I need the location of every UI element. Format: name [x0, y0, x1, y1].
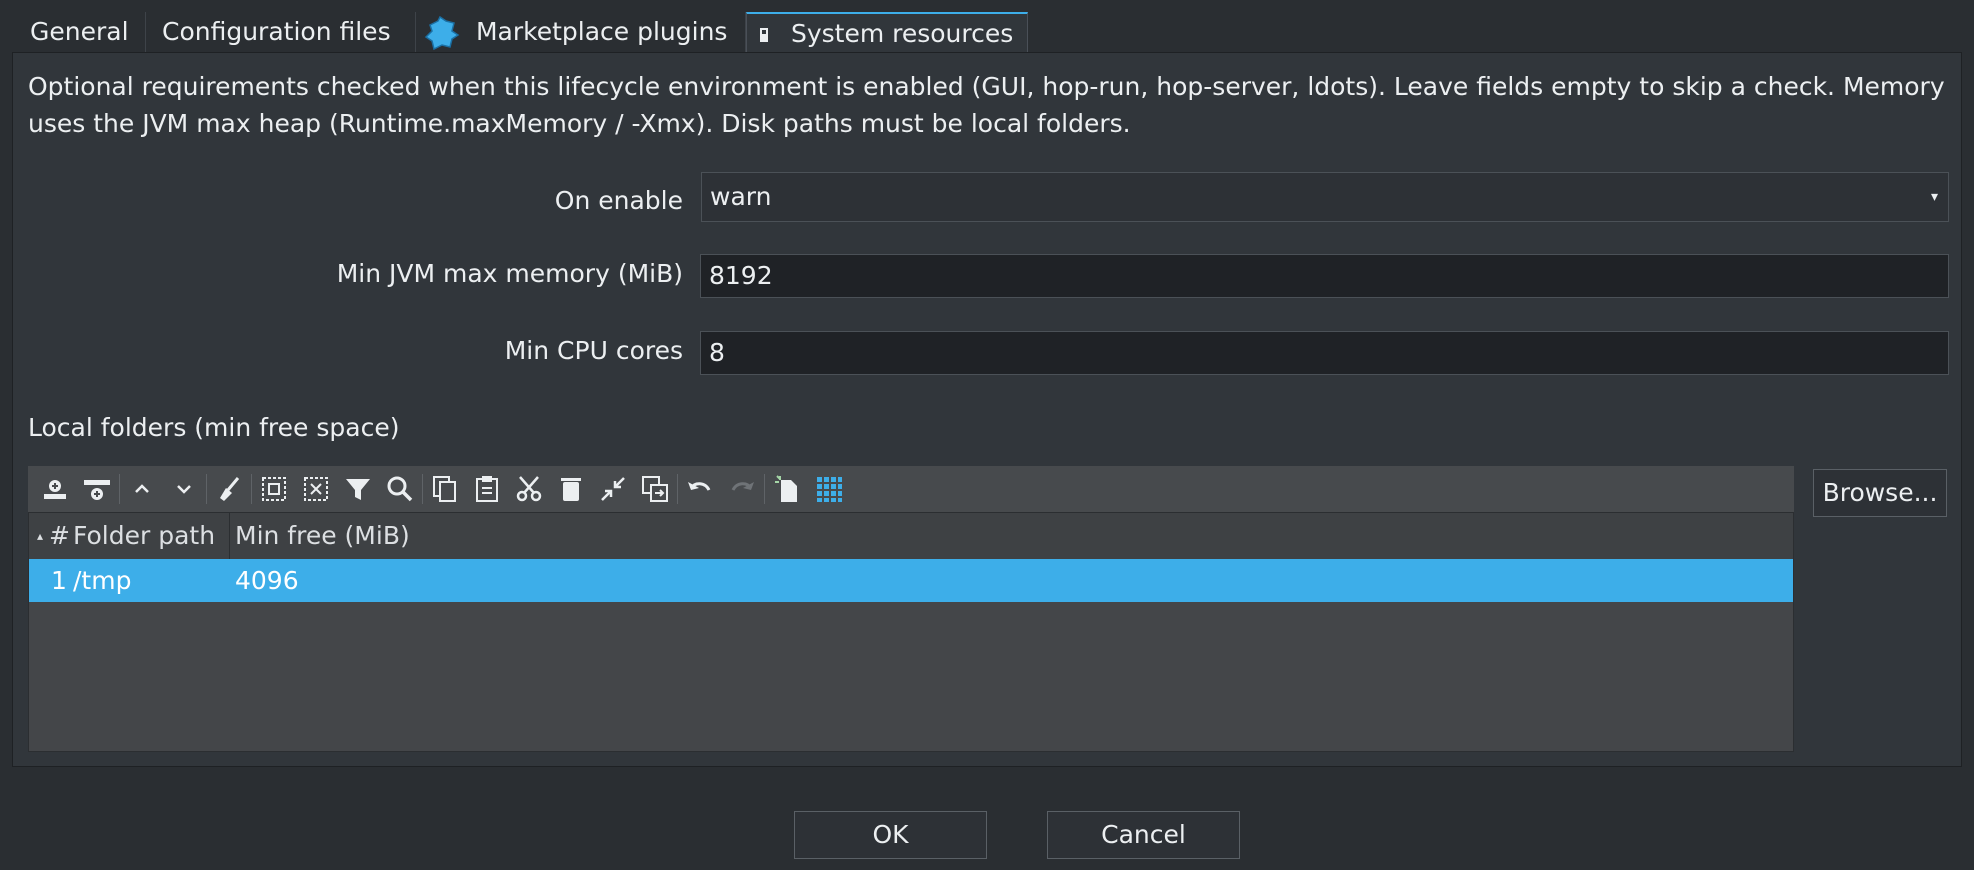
clean-icon[interactable] [208, 468, 250, 510]
search-icon[interactable] [379, 468, 421, 510]
memory-input[interactable]: 8192 [700, 254, 1949, 298]
memory-label: Min JVM max memory (MiB) [336, 259, 683, 288]
collapse-icon[interactable] [592, 468, 634, 510]
toolbar-separator [677, 474, 678, 504]
tab-label: Marketplace plugins [475, 17, 728, 46]
add-row-icon[interactable] [76, 468, 118, 510]
new-file-icon[interactable] [766, 468, 808, 510]
folders-table: ▴ # Folder path Min free (MiB) 1 /tmp 40… [28, 512, 1794, 752]
system-resources-panel: Optional requirements checked when this … [12, 52, 1962, 767]
table-row[interactable]: 1 /tmp 4096 [29, 559, 1793, 602]
on-enable-label: On enable [554, 186, 683, 215]
tab-label: System resources [790, 19, 1014, 48]
toolbar-separator [119, 474, 120, 504]
table-header: ▴ # Folder path Min free (MiB) [29, 513, 1793, 560]
column-header-folder-path[interactable]: Folder path [73, 513, 215, 559]
memory-value: 8192 [709, 261, 773, 290]
column-divider [229, 513, 230, 559]
tab-bar: General Configuration files Marketplace … [14, 12, 1964, 54]
description-text: Optional requirements checked when this … [28, 72, 1945, 138]
paste-icon[interactable] [466, 468, 508, 510]
folders-title: Local folders (min free space) [28, 413, 400, 442]
toolbar-separator [206, 474, 207, 504]
tab-system-resources[interactable]: System resources [746, 12, 1028, 54]
chip-icon [755, 19, 783, 48]
move-up-icon[interactable] [121, 468, 163, 510]
tab-label: Configuration files [162, 17, 391, 46]
move-down-icon[interactable] [163, 468, 205, 510]
sort-asc-icon[interactable]: ▴ [37, 513, 43, 559]
clear-selection-icon[interactable] [295, 468, 337, 510]
delete-icon[interactable] [550, 468, 592, 510]
row-index: 1 [51, 566, 67, 595]
column-header-index[interactable]: # [49, 513, 70, 559]
cut-icon[interactable] [508, 468, 550, 510]
on-enable-value: warn [710, 182, 772, 211]
tab-marketplace-plugins[interactable]: Marketplace plugins [416, 12, 746, 52]
copy-icon[interactable] [424, 468, 466, 510]
chevron-down-icon: ▾ [1930, 189, 1938, 205]
undo-icon[interactable] [679, 468, 721, 510]
puzzle-icon [424, 15, 468, 51]
column-header-min-free[interactable]: Min free (MiB) [235, 513, 410, 559]
browse-button[interactable]: Browse... [1813, 469, 1947, 517]
cpu-value: 8 [709, 338, 725, 367]
ok-button[interactable]: OK [794, 811, 987, 859]
folders-toolbar [28, 466, 1794, 512]
toolbar-separator [251, 474, 252, 504]
insert-row-icon[interactable] [34, 468, 76, 510]
redo-icon[interactable] [721, 468, 763, 510]
grid-icon[interactable] [808, 468, 850, 510]
tab-general[interactable]: General [14, 12, 146, 52]
tab-label: General [30, 17, 129, 46]
select-all-icon[interactable] [253, 468, 295, 510]
cpu-label: Min CPU cores [504, 336, 683, 365]
toolbar-separator [422, 474, 423, 504]
duplicate-icon[interactable] [634, 468, 676, 510]
tab-configuration-files[interactable]: Configuration files [146, 12, 416, 52]
filter-icon[interactable] [337, 468, 379, 510]
row-min-free[interactable]: 4096 [235, 559, 299, 602]
cpu-input[interactable]: 8 [700, 331, 1949, 375]
row-folder-path[interactable]: /tmp [73, 559, 131, 602]
toolbar-separator [764, 474, 765, 504]
on-enable-select[interactable]: warn ▾ [701, 172, 1949, 222]
cancel-button[interactable]: Cancel [1047, 811, 1240, 859]
